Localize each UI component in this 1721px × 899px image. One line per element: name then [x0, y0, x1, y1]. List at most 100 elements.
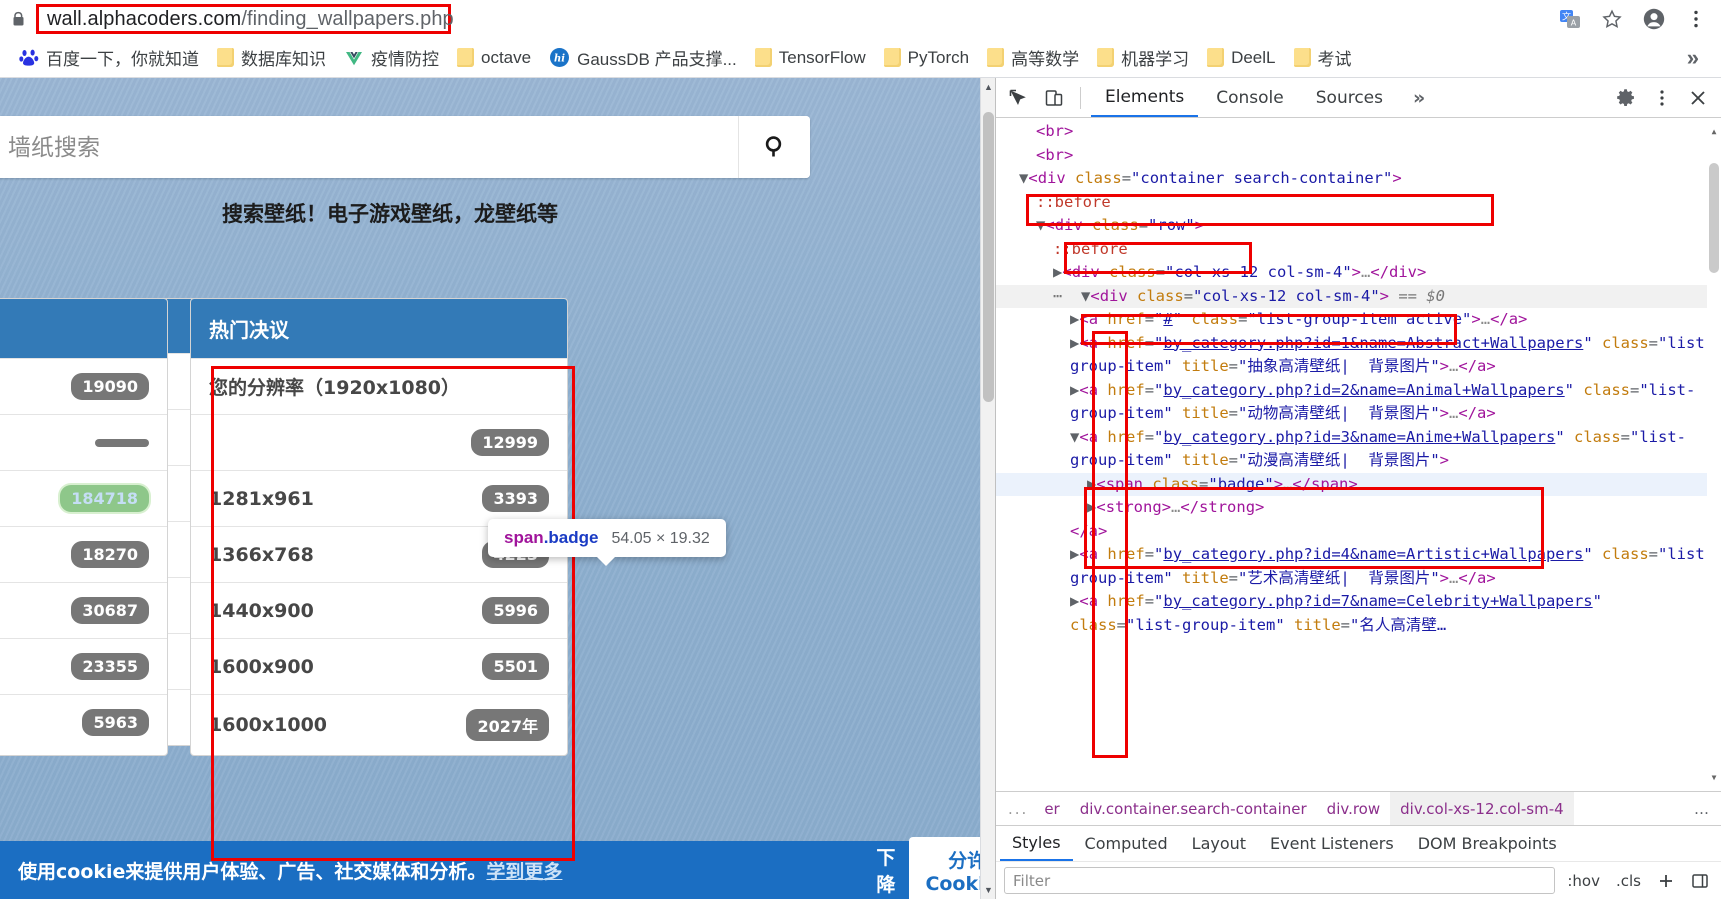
- list-item[interactable]: 1600x900 5501: [191, 638, 567, 694]
- search-input[interactable]: [0, 116, 738, 178]
- tab-layout[interactable]: Layout: [1180, 826, 1258, 861]
- bookmark-item[interactable]: 疫情防控: [335, 42, 448, 73]
- tab-console[interactable]: Console: [1202, 79, 1298, 117]
- add-rule-icon[interactable]: [1653, 868, 1679, 894]
- dom-scroll-down-icon[interactable]: ▼: [1707, 766, 1721, 790]
- translate-icon[interactable]: 文A: [1553, 4, 1587, 34]
- chrome-menu-icon[interactable]: [1679, 4, 1713, 34]
- cookie-learn-more-link[interactable]: 学到更多: [486, 861, 562, 883]
- dom-tree-line[interactable]: ▼<div class="container search-container"…: [996, 167, 1721, 191]
- bookmark-item[interactable]: hi GaussDB 产品支撑...: [540, 42, 746, 73]
- device-toolbar-icon[interactable]: [1038, 83, 1070, 113]
- dom-tree-line[interactable]: ▶<strong>…</strong>: [996, 496, 1721, 520]
- breadcrumb-item-current[interactable]: div.col-xs-12.col-sm-4: [1390, 792, 1574, 825]
- list-item[interactable]: 名人 30687: [0, 582, 167, 638]
- dom-token-punct: </div>: [1370, 263, 1427, 281]
- dom-tree-line[interactable]: ▶<a href="by_category.php?id=1&name=Abst…: [996, 332, 1721, 379]
- tab-elements[interactable]: Elements: [1091, 79, 1199, 117]
- dom-tree-line[interactable]: </a>: [996, 520, 1721, 544]
- dom-token-lnk[interactable]: by_category.php?id=1&name=Abstract+Wallp…: [1163, 334, 1583, 352]
- dom-tree-line[interactable]: <br>: [996, 144, 1721, 168]
- dom-tree-line[interactable]: ▶<a href="#" class="list-group-item acti…: [996, 308, 1721, 332]
- dom-token-punct: >: [1194, 216, 1205, 234]
- dom-tree-line[interactable]: ▶<div class="col-xs-12 col-sm-4">…</div>: [996, 261, 1721, 285]
- breadcrumb-item[interactable]: er: [1034, 792, 1069, 825]
- element-classes-button[interactable]: .cls: [1612, 872, 1645, 890]
- dom-tree-line[interactable]: ⋯ ▼<div class="col-xs-12 col-sm-4"> == $…: [996, 284, 1721, 308]
- dom-tree-line[interactable]: ▼<div class="row">: [996, 214, 1721, 238]
- dom-token-lnk[interactable]: #: [1163, 310, 1172, 328]
- dom-token-punct: >: [1439, 568, 1450, 587]
- list-item[interactable]: 抽象 19090: [0, 358, 167, 414]
- bookmark-star-icon[interactable]: [1595, 4, 1629, 34]
- dom-token-lnk[interactable]: by_category.php?id=4&name=Artistic+Wallp…: [1163, 545, 1583, 563]
- styles-filter-input[interactable]: [1004, 867, 1556, 894]
- bookmarks-overflow-chevron-icon[interactable]: »: [1675, 45, 1711, 71]
- dom-tree-scrollbar[interactable]: ▲ ▼: [1707, 118, 1721, 791]
- toggle-sidebar-icon[interactable]: [1687, 868, 1713, 894]
- tab-dom-breakpoints[interactable]: DOM Breakpoints: [1406, 826, 1569, 861]
- list-item[interactable]: 1600x1000 2027年: [191, 694, 567, 755]
- address-bar[interactable]: wall.alphacoders.com/finding_wallpapers.…: [36, 4, 454, 34]
- dom-tree-line[interactable]: ::before: [996, 238, 1721, 262]
- bookmark-item[interactable]: 高等数学: [978, 42, 1088, 73]
- dom-tree-line[interactable]: <br>: [996, 120, 1721, 144]
- dom-tree-line[interactable]: ▼<a href="by_category.php?id=3&name=Anim…: [996, 426, 1721, 473]
- breadcrumb-more-icon[interactable]: …: [1688, 800, 1715, 818]
- dom-token-eq: =: [1228, 568, 1238, 587]
- page-scrollbar[interactable]: ▲ ▼: [980, 78, 995, 899]
- breadcrumb-overflow[interactable]: ...: [1002, 792, 1034, 825]
- dom-tree-line[interactable]: ▶<a href="by_category.php?id=4&name=Arti…: [996, 543, 1721, 590]
- breadcrumb-item[interactable]: div.row: [1317, 792, 1390, 825]
- dom-token-punct: </a>: [1070, 521, 1108, 540]
- status-badge: 18270: [71, 541, 149, 568]
- list-item[interactable]: 1440x900 5996: [191, 582, 567, 638]
- inspect-element-icon[interactable]: [1002, 83, 1034, 113]
- dom-scrollbar-thumb[interactable]: [1709, 163, 1719, 273]
- list-item[interactable]: 您的分辨率（1920x1080）: [191, 358, 567, 414]
- bookmark-item[interactable]: 数据库知识: [208, 42, 335, 73]
- bookmark-item[interactable]: TensorFlow: [746, 45, 875, 71]
- dom-tree-line[interactable]: ▶<a href="by_category.php?id=2&name=Anim…: [996, 379, 1721, 426]
- bookmark-item[interactable]: 百度一下，你就知道: [10, 42, 208, 73]
- page-scrollbar-thumb[interactable]: [983, 112, 994, 402]
- bookmark-item[interactable]: 机器学习: [1088, 42, 1198, 73]
- dom-token-lnk[interactable]: by_category.php?id=3&name=Anime+Wallpape…: [1163, 428, 1555, 446]
- list-item[interactable]: 动物: [0, 414, 167, 470]
- profile-avatar-icon[interactable]: [1637, 4, 1671, 34]
- bookmark-item[interactable]: 考试: [1285, 42, 1361, 73]
- dom-tree[interactable]: <br> <br> ▼<div class="container search-co…: [996, 118, 1721, 791]
- dom-tree-line[interactable]: ::before: [996, 191, 1721, 215]
- list-item[interactable]: 日本动漫 184718: [0, 470, 167, 526]
- cookie-decline-button[interactable]: 下降: [876, 843, 895, 897]
- tab-computed[interactable]: Computed: [1073, 826, 1180, 861]
- dom-token-tagname: div: [1054, 216, 1093, 234]
- tab-styles[interactable]: Styles: [1000, 826, 1073, 861]
- search-button[interactable]: [738, 116, 810, 178]
- list-item[interactable]: 漫画 23355: [0, 638, 167, 694]
- force-hover-state-button[interactable]: :hov: [1563, 872, 1604, 890]
- scroll-up-arrow-icon[interactable]: ▲: [981, 82, 995, 92]
- list-item[interactable]: 黑暗 5963: [0, 694, 167, 750]
- tab-sources[interactable]: Sources: [1302, 79, 1397, 117]
- dom-tree-line[interactable]: ▶<a href="by_category.php?id=7&name=Cele…: [996, 590, 1721, 637]
- site-security-lock-icon[interactable]: [8, 8, 28, 30]
- tab-event-listeners[interactable]: Event Listeners: [1258, 826, 1406, 861]
- bookmark-item[interactable]: DeelL: [1198, 45, 1284, 71]
- resolution-label: 1600x900: [209, 655, 314, 678]
- dom-scroll-up-icon[interactable]: ▲: [1707, 120, 1721, 144]
- close-icon[interactable]: [1681, 83, 1715, 113]
- bookmark-item[interactable]: PyTorch: [875, 45, 978, 71]
- scroll-down-arrow-icon[interactable]: ▼: [981, 885, 995, 895]
- kebab-menu-icon[interactable]: [1645, 83, 1679, 113]
- list-item[interactable]: 12999: [191, 414, 567, 470]
- list-item[interactable]: 艺术的 18270: [0, 526, 167, 582]
- more-tabs-chevron-icon[interactable]: »: [1401, 87, 1437, 109]
- bookmark-item[interactable]: octave: [448, 45, 540, 71]
- gear-icon[interactable]: [1609, 83, 1643, 113]
- dom-token-lnk[interactable]: by_category.php?id=7&name=Celebrity+Wall…: [1163, 592, 1592, 610]
- breadcrumb-item[interactable]: div.container.search-container: [1070, 792, 1317, 825]
- dom-tree-line[interactable]: ▶<span class="badge">…</span>: [996, 472, 1721, 496]
- list-item[interactable]: 1281x961 3393: [191, 470, 567, 526]
- dom-token-lnk[interactable]: by_category.php?id=2&name=Animal+Wallpap…: [1163, 381, 1564, 399]
